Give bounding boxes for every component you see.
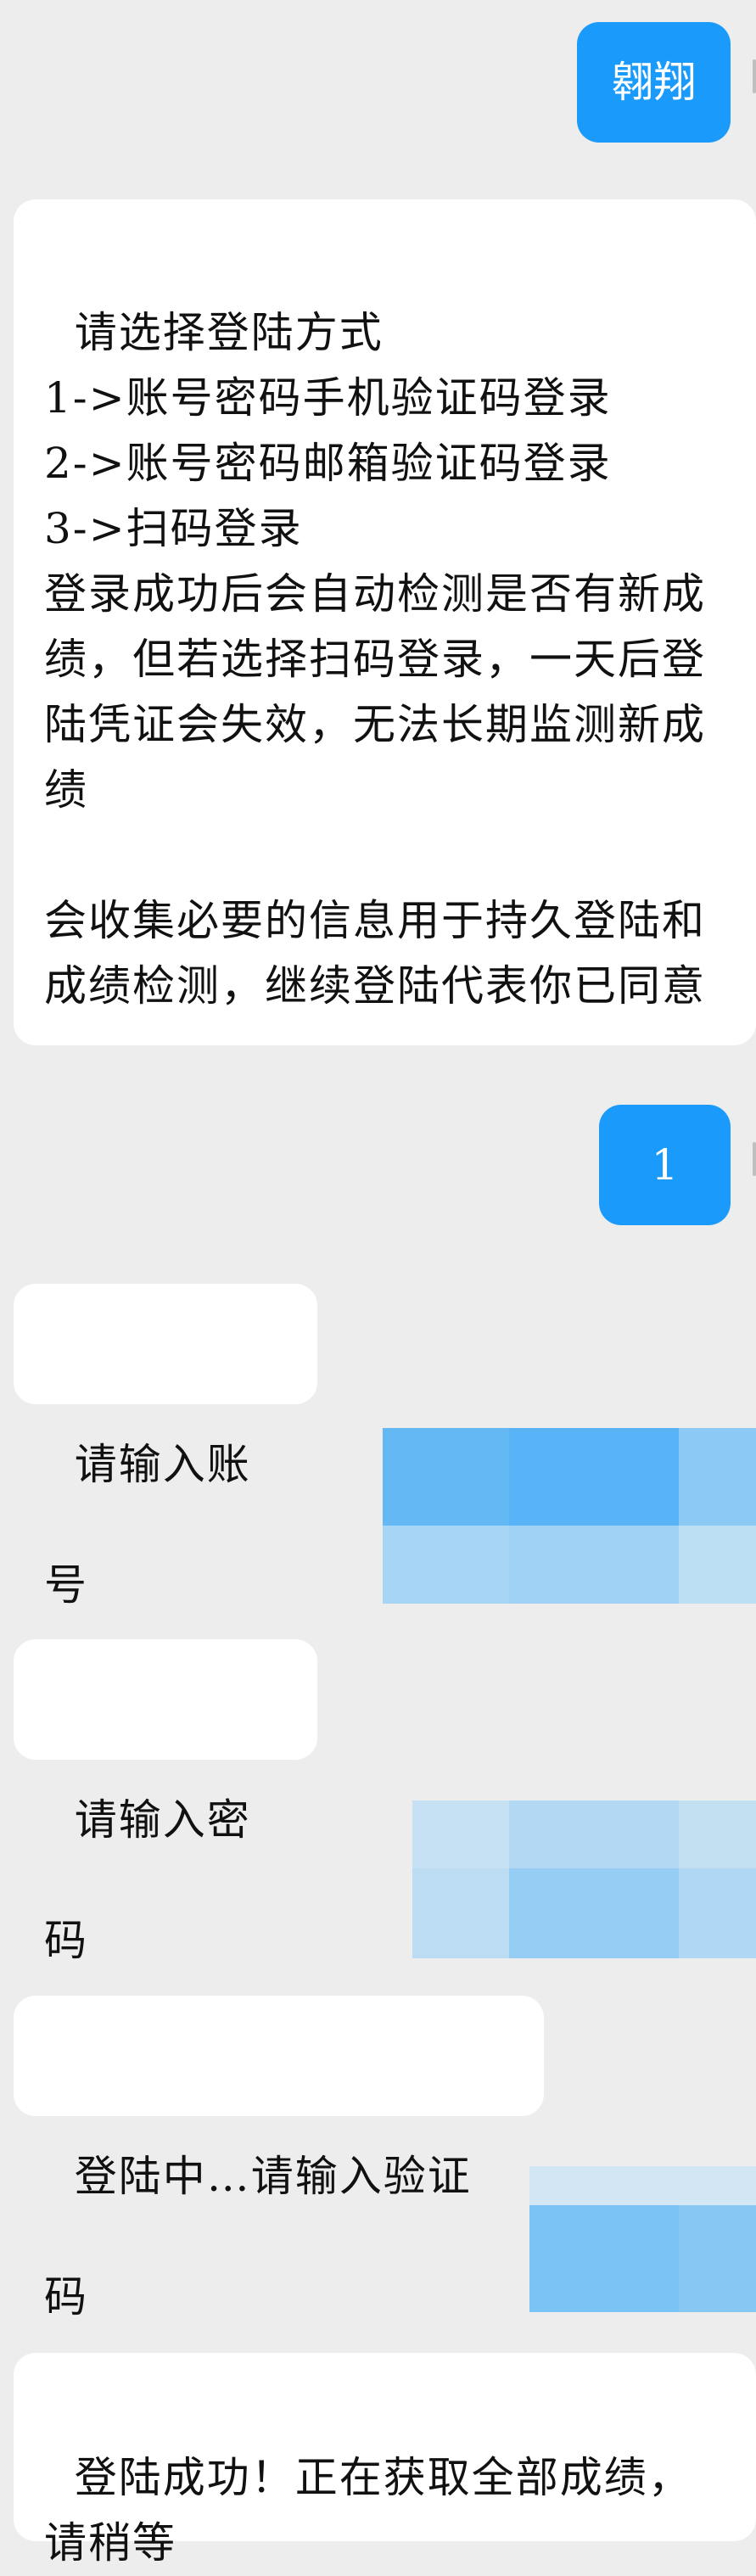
bot-message-bubble[interactable]: 请输入账号 (14, 1284, 317, 1610)
pixel-cell (509, 1428, 679, 1526)
pixel-cell (509, 1526, 679, 1604)
user-message-bubble[interactable]: 1 (599, 1105, 731, 1225)
bot-message-text: 请选择登陆方式 1->账号密码手机验证码登录 2->账号密码邮箱验证码登录 3-… (44, 308, 706, 1011)
avatar-edge (753, 59, 756, 93)
pixel-cell (509, 1800, 679, 1868)
pixel-cell (679, 2205, 756, 2312)
pixel-cell (529, 2205, 679, 2312)
bot-message-bubble[interactable]: 登陆成功！正在获取全部成绩，请稍等 (14, 2353, 756, 2568)
pixel-cell (529, 2166, 756, 2205)
user-message-bubble[interactable]: 翱翔 (577, 22, 731, 143)
pixelated-user-message (383, 1428, 756, 1604)
pixel-cell (679, 1800, 756, 1868)
bot-message-bubble[interactable]: 登陆中…请输入验证码 (14, 1996, 544, 2321)
bot-message-text: 请输入密码 (44, 1795, 251, 1965)
pixel-cell (412, 1868, 509, 1958)
pixel-cell (383, 1428, 509, 1526)
pixel-cell (679, 1868, 756, 1958)
pixel-cell (679, 1428, 756, 1526)
user-message-text: 翱翔 (611, 58, 697, 107)
bot-message-bubble[interactable]: 请选择登陆方式 1->账号密码手机验证码登录 2->账号密码邮箱验证码登录 3-… (14, 199, 756, 1045)
pixel-cell (509, 1868, 679, 1958)
user-message-text: 1 (651, 1140, 679, 1190)
bot-message-text: 登陆成功！正在获取全部成绩，请稍等 (44, 2453, 692, 2568)
bot-message-text: 请输入账号 (44, 1440, 251, 1610)
avatar-edge (753, 1142, 756, 1176)
bot-message-bubble[interactable]: 请输入密码 (14, 1639, 317, 1965)
pixelated-user-message (529, 2166, 756, 2312)
pixel-cell (679, 1526, 756, 1604)
pixelated-user-message (412, 1800, 756, 1958)
pixel-cell (383, 1526, 509, 1604)
bot-message-text: 登陆中…请输入验证码 (44, 2152, 472, 2321)
pixel-cell (412, 1800, 509, 1868)
